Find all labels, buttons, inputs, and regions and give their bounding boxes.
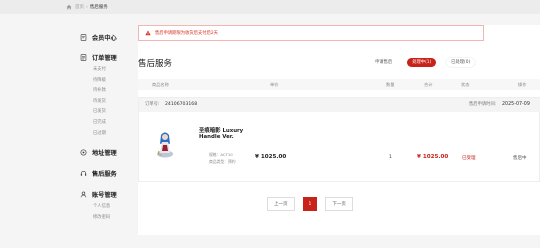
order-number-label: 订单号:: [145, 102, 160, 107]
product-type: 商品类型：预约: [209, 159, 236, 164]
sidebar-item-balance-due[interactable]: 待补款: [93, 86, 132, 97]
breadcrumb-home[interactable]: 首页: [75, 4, 84, 10]
pagination: 上一页 1 下一页: [267, 197, 353, 211]
tab-processed[interactable]: 已处理(0): [446, 58, 475, 67]
next-page-button[interactable]: 下一页: [325, 197, 353, 211]
order-header: 订单号: 24106703168 售后申请时间: 2025-07-09: [139, 98, 540, 112]
account-icon: [80, 191, 87, 198]
order-number: 24106703168: [165, 102, 198, 107]
sidebar-group-title: 会员中心: [92, 34, 117, 42]
action-link[interactable]: 售后中: [513, 155, 527, 161]
page-title: 售后服务: [138, 59, 173, 69]
notice-banner: 售后申请期限为收货后支付后2天: [138, 25, 484, 41]
order-card: 订单号: 24106703168 售后申请时间: 2025-07-09 圣痕暗影…: [138, 97, 540, 182]
sidebar: 会员中心 订单管理 未支付 待降级 待补款 待发货 已发货 已完成 已过期 地址…: [80, 32, 132, 231]
header-total: 合计: [424, 82, 433, 87]
total-price: ¥ 1025.00: [417, 154, 449, 160]
sidebar-group-title: 账号管理: [92, 191, 117, 199]
sidebar-group-address[interactable]: 地址管理: [80, 147, 132, 157]
status-tabs: 申请售后 处理中(1) 已处理(0): [370, 58, 475, 67]
order-icon: [80, 53, 87, 61]
main-content: 售后申请期限为收货后支付后2天 售后服务 申请售后 处理中(1) 已处理(0) …: [138, 25, 540, 235]
sidebar-group-title: 售后服务: [92, 170, 117, 178]
after-sale-date: 2025-07-09: [502, 102, 530, 107]
notice-text: 售后申请期限为收货后支付后2天: [155, 31, 218, 36]
table-header: 商品名称 单价 数量 合计 状态 操作: [138, 79, 540, 90]
warning-icon: [145, 30, 151, 36]
status-badge: 已受理: [462, 156, 476, 161]
location-icon: [80, 149, 87, 156]
sidebar-group-account[interactable]: 账号管理: [80, 189, 132, 199]
page-1-button[interactable]: 1: [302, 197, 318, 211]
sidebar-group-member[interactable]: 会员中心: [80, 32, 132, 42]
sidebar-item-shipped[interactable]: 已发货: [93, 107, 132, 118]
header-quantity: 数量: [386, 82, 395, 87]
quantity: 1: [389, 155, 392, 160]
prev-page-button[interactable]: 上一页: [267, 197, 295, 211]
sidebar-item-expired[interactable]: 已过期: [93, 129, 132, 140]
breadcrumb: 首页 › 售后服务: [0, 0, 540, 14]
sidebar-group-orders[interactable]: 订单管理: [80, 52, 132, 62]
product-image[interactable]: [155, 129, 175, 159]
sidebar-group-title: 地址管理: [92, 149, 117, 157]
tab-processing[interactable]: 处理中(1): [407, 58, 437, 67]
sidebar-item-completed[interactable]: 已完成: [93, 118, 132, 129]
service-icon: [80, 170, 87, 176]
sidebar-item-downgrade[interactable]: 待降级: [93, 76, 132, 87]
sidebar-item-unpaid[interactable]: 未支付: [93, 65, 132, 76]
breadcrumb-current: 售后服务: [89, 5, 108, 10]
sidebar-item-change-password[interactable]: 修改密码: [93, 213, 132, 224]
member-icon: [80, 33, 87, 41]
breadcrumb-separator: ›: [86, 4, 88, 10]
after-sale-date-label: 售后申请时间:: [469, 102, 497, 107]
sidebar-group-title: 订单管理: [92, 54, 117, 62]
tab-apply[interactable]: 申请售后: [370, 58, 397, 67]
header-action: 操作: [518, 82, 527, 87]
unit-price: ¥ 1025.00: [255, 154, 287, 160]
sidebar-item-to-ship[interactable]: 待发货: [93, 97, 132, 108]
sidebar-item-profile[interactable]: 个人信息: [93, 202, 132, 213]
header-status: 状态: [461, 82, 470, 87]
header-price: 单价: [270, 82, 279, 87]
product-name[interactable]: 圣痕暗影 Luxury Handle Ver.: [199, 128, 251, 141]
header-product: 商品名称: [152, 82, 169, 87]
product-spec: 规格：ACT10: [209, 152, 233, 157]
sidebar-group-after-sales[interactable]: 售后服务: [80, 168, 132, 178]
home-icon[interactable]: [66, 4, 72, 10]
